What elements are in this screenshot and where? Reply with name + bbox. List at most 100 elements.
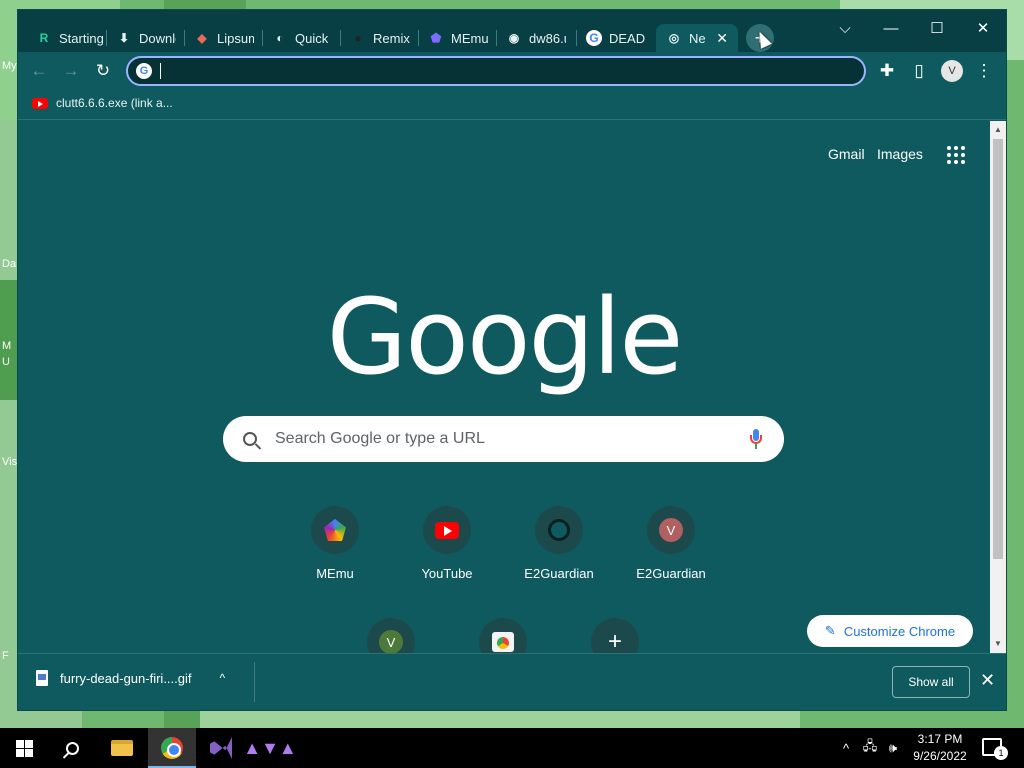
address-bar[interactable]: G xyxy=(126,56,866,86)
globe-icon: ◐ xyxy=(276,31,284,45)
start-button[interactable] xyxy=(0,728,48,768)
desktop-icon-label[interactable]: U xyxy=(2,356,10,368)
youtube-icon xyxy=(32,97,48,109)
remix-icon: ● xyxy=(354,31,362,45)
shortcut-tile[interactable] xyxy=(455,618,551,653)
letter-v-icon: V xyxy=(379,630,403,653)
taskbar-visual-studio[interactable] xyxy=(197,728,245,768)
tab-memu[interactable]: ⬟ MEmu xyxy=(418,24,498,52)
customize-label: Customize Chrome xyxy=(843,623,956,639)
desktop-icon-label[interactable]: My xyxy=(2,60,17,72)
web-store-icon xyxy=(492,632,514,652)
minimize-button[interactable]: — xyxy=(874,15,908,41)
tab-downloads[interactable]: ⬇ Downlo xyxy=(106,24,186,52)
tab-title: Lipsum xyxy=(217,30,254,46)
close-icon[interactable]: ✕ xyxy=(980,670,995,691)
ntp-search-box[interactable] xyxy=(223,416,784,462)
chrome-icon: ◎ xyxy=(668,31,680,45)
volume-icon[interactable]: 🕪 xyxy=(882,728,904,768)
taskbar-memu[interactable]: ▲▼▲ xyxy=(243,728,297,768)
forward-button[interactable]: → xyxy=(58,58,84,84)
download-separator xyxy=(254,662,255,702)
tab-remix[interactable]: ● Remix ( xyxy=(340,24,420,52)
desktop-icon-label[interactable]: F xyxy=(2,650,9,662)
shortcut-tile[interactable]: V E2Guardian xyxy=(623,506,719,581)
tab-lipsum[interactable]: ◆ Lipsum xyxy=(184,24,264,52)
new-tab-page: Gmail Images Google MEmu YouTube E2Guard… xyxy=(18,121,990,653)
side-panel-icon[interactable]: ▯ xyxy=(906,58,932,84)
download-shelf: furry-dead-gun-firi....gif ^ Show all ✕ xyxy=(18,653,1006,710)
customize-chrome-button[interactable]: ✎ Customize Chrome xyxy=(807,615,973,647)
scroll-down-arrow[interactable]: ▼ xyxy=(994,639,1002,648)
images-link[interactable]: Images xyxy=(877,146,923,162)
replit-icon: R xyxy=(39,31,49,45)
close-icon[interactable]: ✕ xyxy=(716,30,728,47)
chevron-up-icon[interactable]: ^ xyxy=(220,671,226,685)
tab-new-tab[interactable]: ◎ Ne ✕ xyxy=(656,24,738,52)
taskbar-file-explorer[interactable] xyxy=(98,728,146,768)
tab-strip: R Starting ⬇ Downlo ◆ Lipsum ◐ Quick i ●… xyxy=(18,10,1006,52)
scroll-up-arrow[interactable]: ▲ xyxy=(994,125,1002,134)
shortcut-icon-circle xyxy=(535,506,583,554)
shortcut-icon-circle xyxy=(311,506,359,554)
microphone-icon[interactable] xyxy=(748,428,764,450)
tab-dead[interactable]: G DEAD I xyxy=(576,24,656,52)
profile-avatar[interactable]: V xyxy=(939,58,965,84)
desktop-icon-label[interactable]: Vis xyxy=(2,456,17,468)
taskbar-search-button[interactable] xyxy=(48,728,96,768)
download-item[interactable]: furry-dead-gun-firi....gif ^ xyxy=(36,670,225,686)
shortcut-icon-circle: V xyxy=(647,506,695,554)
globe-icon: ◉ xyxy=(508,31,520,45)
window-close-button[interactable]: ✕ xyxy=(966,15,1000,41)
pencil-icon: ✎ xyxy=(824,623,836,638)
extensions-icon[interactable]: ✚ xyxy=(874,58,900,84)
chrome-window: R Starting ⬇ Downlo ◆ Lipsum ◐ Quick i ●… xyxy=(18,10,1006,710)
maximize-button[interactable]: ☐ xyxy=(920,15,954,41)
github-icon xyxy=(548,519,570,541)
shortcut-tile[interactable]: E2Guardian xyxy=(511,506,607,581)
search-icon xyxy=(243,432,257,446)
shortcut-tile[interactable]: V xyxy=(343,618,439,653)
add-shortcut-tile[interactable]: + xyxy=(567,618,663,653)
shortcut-tile[interactable]: MEmu xyxy=(287,506,383,581)
letter-v-icon: V xyxy=(659,518,683,542)
system-clock[interactable]: 3:17 PM 9/26/2022 xyxy=(902,731,978,765)
tab-title: Remix ( xyxy=(373,30,410,46)
omnibox-input[interactable] xyxy=(161,63,841,79)
chrome-icon xyxy=(161,737,183,759)
tab-quick[interactable]: ◐ Quick i xyxy=(262,24,342,52)
show-all-button[interactable]: Show all xyxy=(892,666,970,698)
tab-starting[interactable]: R Starting xyxy=(26,24,114,52)
gmail-link[interactable]: Gmail xyxy=(828,146,865,162)
scroll-thumb[interactable] xyxy=(993,139,1003,559)
tray-overflow-chevron[interactable]: ^ xyxy=(836,728,856,768)
bookmark-label: clutt6.6.6.exe (link a... xyxy=(56,96,173,110)
memu-icon: ▲▼▲ xyxy=(243,737,297,758)
bookmarks-bar: clutt6.6.6.exe (link a... xyxy=(18,90,1006,120)
avatar: V xyxy=(941,60,963,82)
shortcut-tile[interactable]: YouTube xyxy=(399,506,495,581)
tab-search-button[interactable]: ⌵ xyxy=(828,15,862,41)
google-icon: G xyxy=(136,63,152,79)
search-icon xyxy=(65,741,79,755)
reload-button[interactable]: ↻ xyxy=(90,58,116,84)
page-scrollbar[interactable]: ▲ ▼ xyxy=(990,121,1006,653)
tab-title: DEAD I xyxy=(609,30,646,46)
tab-title: MEmu xyxy=(451,30,488,46)
shortcut-icon-circle: + xyxy=(591,618,639,653)
search-input[interactable] xyxy=(275,430,748,448)
chrome-menu-button[interactable]: ⋮ xyxy=(971,58,997,84)
bookmark-item[interactable]: clutt6.6.6.exe (link a... xyxy=(32,96,173,110)
google-apps-icon[interactable] xyxy=(947,146,965,164)
shortcut-icon-circle: V xyxy=(367,618,415,653)
desktop-icon-label[interactable]: Da xyxy=(2,258,16,270)
windows-taskbar: ▲▼▲ ^ 🖧 🕪 3:17 PM 9/26/2022 1 xyxy=(0,728,1024,768)
network-icon[interactable]: 🖧 xyxy=(858,728,882,768)
shortcut-label: E2Guardian xyxy=(524,566,594,581)
back-button[interactable]: ← xyxy=(26,58,52,84)
tab-title: Ne xyxy=(689,30,706,46)
desktop-icon-label[interactable]: M xyxy=(2,340,11,352)
taskbar-chrome[interactable] xyxy=(148,728,196,768)
tab-dw86[interactable]: ◉ dw86.u xyxy=(496,24,576,52)
shortcut-icon-circle xyxy=(423,506,471,554)
